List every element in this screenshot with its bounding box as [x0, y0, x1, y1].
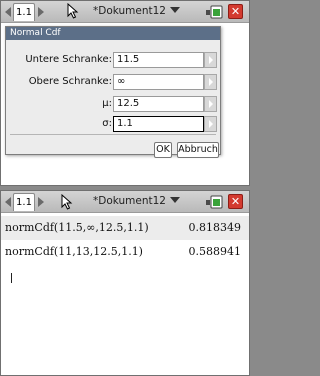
bottom-tab-bar: 1.1 *Dokument12 ✕: [1, 191, 249, 213]
page-tab[interactable]: 1.1: [13, 3, 35, 21]
history-entry[interactable]: normCdf(11,13,12.5,1.1) 0.588941: [1, 240, 249, 264]
lower-bound-row: Untere Schranke: 11.5: [6, 52, 222, 68]
chevron-down-icon: [170, 197, 180, 203]
document-title-menu[interactable]: *Dokument12: [93, 195, 180, 207]
upper-bound-label: Obere Schranke:: [28, 76, 112, 87]
cancel-button[interactable]: Abbruch: [177, 142, 219, 158]
history-expression: normCdf(11.5,∞,12.5,1.1): [5, 221, 149, 234]
mu-input[interactable]: 12.5: [113, 96, 204, 112]
entry-line-caret[interactable]: [11, 273, 12, 283]
lower-bound-arrow-button[interactable]: [204, 52, 217, 68]
sigma-arrow-button[interactable]: [204, 116, 217, 132]
document-title: *Dokument12: [93, 195, 166, 207]
close-icon[interactable]: ✕: [228, 194, 243, 209]
mu-row: μ: 12.5: [6, 96, 222, 112]
history-entry[interactable]: normCdf(11.5,∞,12.5,1.1) 0.818349: [1, 216, 249, 240]
dialog-title: Normal Cdf: [6, 27, 220, 40]
previous-page-icon[interactable]: [5, 197, 11, 207]
sigma-input[interactable]: 1.1: [113, 116, 204, 132]
mu-arrow-button[interactable]: [204, 96, 217, 112]
top-tab-bar: 1.1 *Dokument12 ✕: [1, 1, 249, 23]
upper-bound-arrow-button[interactable]: [204, 74, 217, 90]
sigma-row: σ: 1.1: [6, 116, 222, 132]
page-tab[interactable]: 1.1: [13, 193, 35, 211]
lower-bound-input[interactable]: 11.5: [113, 52, 204, 68]
lower-bound-label: Untere Schranke:: [25, 54, 112, 65]
battery-icon: [206, 5, 223, 19]
history-expression: normCdf(11,13,12.5,1.1): [5, 245, 143, 258]
upper-bound-input[interactable]: ∞: [113, 74, 204, 90]
next-page-icon[interactable]: [38, 197, 44, 207]
sigma-label: σ:: [102, 118, 112, 129]
chevron-down-icon: [170, 7, 180, 13]
mouse-pointer-icon: [67, 3, 79, 19]
calculator-history: normCdf(11.5,∞,12.5,1.1) 0.818349 normCd…: [1, 213, 249, 375]
top-work-area: Normal Cdf Untere Schranke: 11.5 Obere S…: [1, 23, 249, 185]
history-result: 0.818349: [188, 221, 242, 234]
close-icon[interactable]: ✕: [228, 4, 243, 19]
bottom-panel: 1.1 *Dokument12 ✕ normCdf(11.5,∞,12.5,1.…: [0, 190, 250, 376]
upper-bound-row: Obere Schranke: ∞: [6, 74, 222, 90]
mu-label: μ:: [102, 98, 112, 109]
next-page-icon[interactable]: [38, 7, 44, 17]
battery-icon: [206, 195, 223, 209]
normal-cdf-dialog: Normal Cdf Untere Schranke: 11.5 Obere S…: [5, 26, 222, 158]
top-panel: 1.1 *Dokument12 ✕ Normal Cdf Untere Schr…: [0, 0, 250, 186]
previous-page-icon[interactable]: [5, 7, 11, 17]
history-result: 0.588941: [188, 245, 242, 258]
dialog-separator: [10, 134, 216, 135]
document-title: *Dokument12: [93, 5, 166, 17]
ok-button[interactable]: OK: [154, 142, 172, 158]
document-title-menu[interactable]: *Dokument12: [93, 5, 180, 17]
mouse-pointer-icon: [61, 194, 73, 210]
